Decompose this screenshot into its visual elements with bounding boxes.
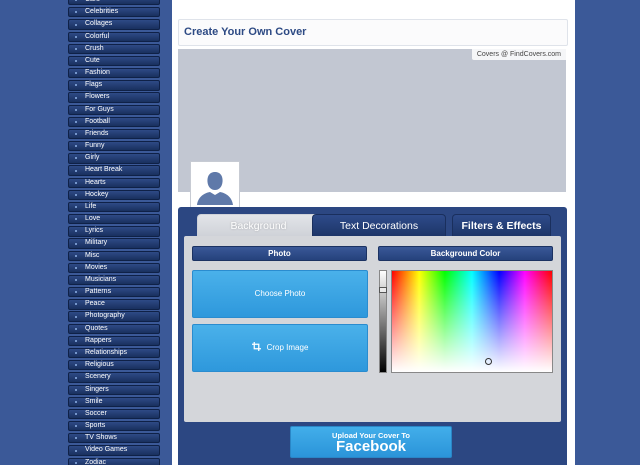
crop-image-button[interactable]: Crop Image — [192, 324, 368, 372]
category-item[interactable]: Colorful — [68, 31, 160, 42]
category-item[interactable]: Collages — [68, 19, 160, 30]
category-item[interactable]: Heart Break — [68, 165, 160, 176]
category-list: CarsCelebritiesCollagesColorfulCrushCute… — [68, 0, 160, 465]
category-item[interactable]: Cute — [68, 55, 160, 67]
category-item[interactable]: Fashion — [68, 68, 160, 79]
category-item[interactable]: Flowers — [68, 92, 160, 103]
facebook-label: Facebook — [335, 438, 407, 455]
category-item[interactable]: Misc — [68, 250, 160, 261]
category-item[interactable]: Soccer — [68, 408, 160, 420]
category-item[interactable]: Military — [68, 238, 160, 249]
category-item[interactable]: Quotes — [68, 323, 160, 334]
crop-image-label: Crop Image — [266, 343, 309, 352]
upload-to-facebook-button[interactable]: Upload Your Cover To Facebook — [290, 426, 452, 458]
background-panel: Photo Background Color Choose Photo Crop… — [184, 236, 561, 422]
category-item[interactable]: Peace — [68, 299, 160, 310]
category-item[interactable]: Smile — [68, 396, 160, 407]
profile-picture-placeholder — [190, 161, 240, 208]
tab-text-decorations[interactable]: Text Decorations — [312, 214, 446, 236]
category-sidebar: CarsCelebritiesCollagesColorfulCrushCute… — [68, 0, 160, 465]
color-picker-cursor[interactable] — [485, 358, 492, 365]
tab-filters-effects[interactable]: Filters & Effects — [452, 214, 551, 236]
category-item[interactable]: Cars — [68, 0, 160, 6]
default-avatar-icon — [193, 164, 237, 205]
cover-watermark-tag: Covers @ FindCovers.com — [471, 49, 566, 60]
category-item[interactable]: Singers — [68, 384, 160, 395]
category-item[interactable]: Musicians — [68, 274, 160, 286]
category-item[interactable]: Funny — [68, 141, 160, 152]
choose-photo-button[interactable]: Choose Photo — [192, 270, 368, 318]
photo-section-header: Photo — [192, 246, 367, 261]
category-item[interactable]: Girly — [68, 153, 160, 164]
brightness-slider[interactable] — [379, 270, 387, 373]
category-item[interactable]: Lyrics — [68, 226, 160, 237]
category-item[interactable]: Life — [68, 201, 160, 213]
page-title: Create Your Own Cover — [184, 26, 307, 38]
crop-icon — [251, 342, 261, 352]
brightness-slider-handle[interactable] — [379, 287, 387, 293]
category-item[interactable]: Crush — [68, 43, 160, 54]
choose-photo-label: Choose Photo — [254, 289, 306, 298]
category-item[interactable]: Movies — [68, 262, 160, 274]
cover-preview[interactable]: Covers @ FindCovers.com — [178, 49, 566, 208]
category-item[interactable]: Love — [68, 214, 160, 225]
tab-background[interactable]: Background — [197, 214, 320, 236]
category-item[interactable]: Relationships — [68, 347, 160, 359]
category-item[interactable]: Celebrities — [68, 7, 160, 18]
cover-editor: Background Text Decorations Filters & Ef… — [178, 207, 567, 465]
category-item[interactable]: Photography — [68, 311, 160, 322]
category-item[interactable]: For Guys — [68, 104, 160, 115]
category-item[interactable]: Friends — [68, 128, 160, 140]
color-spectrum-picker[interactable] — [391, 270, 553, 373]
main-panel: Create Your Own Cover Covers @ FindCover… — [172, 0, 575, 465]
category-item[interactable]: Patterns — [68, 287, 160, 298]
category-item[interactable]: Football — [68, 116, 160, 128]
category-item[interactable]: Zodiac — [68, 457, 160, 465]
category-item[interactable]: Sports — [68, 421, 160, 432]
category-item[interactable]: Rappers — [68, 335, 160, 347]
page-header: Create Your Own Cover — [178, 19, 568, 46]
category-item[interactable]: Hockey — [68, 189, 160, 201]
category-item[interactable]: Flags — [68, 80, 160, 91]
category-item[interactable]: Video Games — [68, 445, 160, 456]
category-item[interactable]: Hearts — [68, 177, 160, 188]
category-item[interactable]: TV Shows — [68, 433, 160, 444]
background-color-section-header: Background Color — [378, 246, 553, 261]
category-item[interactable]: Religious — [68, 360, 160, 371]
category-item[interactable]: Scenery — [68, 372, 160, 383]
